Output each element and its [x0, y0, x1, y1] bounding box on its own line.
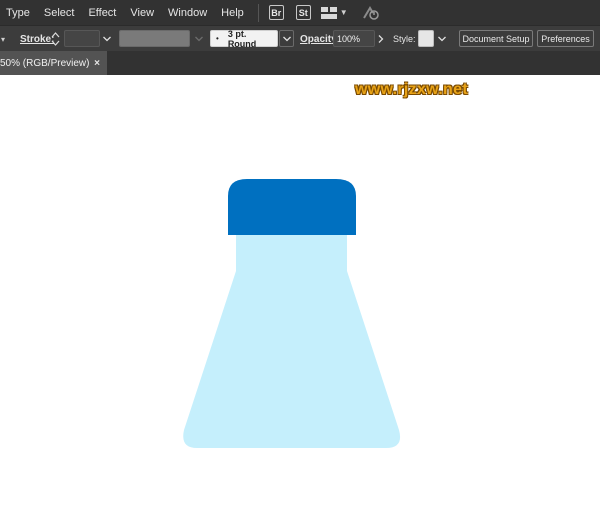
menu-window[interactable]: Window [168, 7, 207, 19]
brush-dot-icon: • [216, 34, 219, 43]
stroke-weight-dropdown-icon[interactable] [103, 26, 111, 52]
artboard-canvas[interactable]: www.rjzxw.net [0, 75, 600, 505]
stroke-weight-field[interactable] [64, 30, 100, 47]
bottle-cap [228, 179, 356, 235]
opacity-input[interactable]: 100% [333, 30, 375, 47]
brush-dropdown-button[interactable] [279, 30, 294, 47]
chevron-down-icon[interactable]: ▾ [1, 26, 5, 52]
chevron-down-icon: ▼ [339, 8, 348, 17]
brush-definition-field[interactable]: • 3 pt. Round [210, 28, 278, 49]
menu-help[interactable]: Help [221, 7, 244, 19]
workspace-layout-icon[interactable]: ▼ [320, 6, 348, 19]
document-setup-button[interactable]: Document Setup [459, 30, 533, 47]
close-icon[interactable]: × [94, 58, 100, 69]
style-label: Style: [393, 34, 416, 44]
menu-effect[interactable]: Effect [88, 7, 116, 19]
bridge-badge[interactable]: Br [268, 5, 284, 20]
opacity-value: 100% [337, 33, 361, 44]
opacity-expand-icon[interactable] [378, 26, 384, 52]
menu-view[interactable]: View [130, 7, 154, 19]
bottle-body [183, 235, 401, 448]
variable-width-profile-field[interactable] [119, 30, 190, 47]
control-bar: ▾ Stroke: • 3 pt. Round Opacity: 100% St… [0, 25, 600, 51]
graphic-style-swatch[interactable] [418, 30, 434, 47]
stock-badge[interactable]: St [295, 5, 311, 20]
preferences-button[interactable]: Preferences [537, 30, 594, 47]
menu-select[interactable]: Select [44, 7, 75, 19]
brush-definition-value: 3 pt. Round [227, 28, 257, 49]
chevron-down-icon [282, 36, 291, 41]
menu-divider [257, 3, 259, 22]
document-tab-bar: 50% (RGB/Preview) × [0, 51, 600, 75]
document-tab[interactable]: 50% (RGB/Preview) × [0, 51, 107, 75]
stroke-stepper-icon[interactable] [51, 26, 60, 52]
menu-bar: Type Select Effect View Window Help Br S… [0, 0, 600, 25]
style-dropdown-icon[interactable] [438, 26, 446, 52]
gpu-performance-icon[interactable] [362, 5, 380, 21]
document-tab-title: 50% (RGB/Preview) [0, 57, 90, 69]
profile-dropdown-icon[interactable] [195, 26, 203, 52]
stroke-label[interactable]: Stroke: [20, 26, 54, 52]
menu-type[interactable]: Type [6, 7, 30, 19]
bottle-artwork [183, 179, 401, 448]
